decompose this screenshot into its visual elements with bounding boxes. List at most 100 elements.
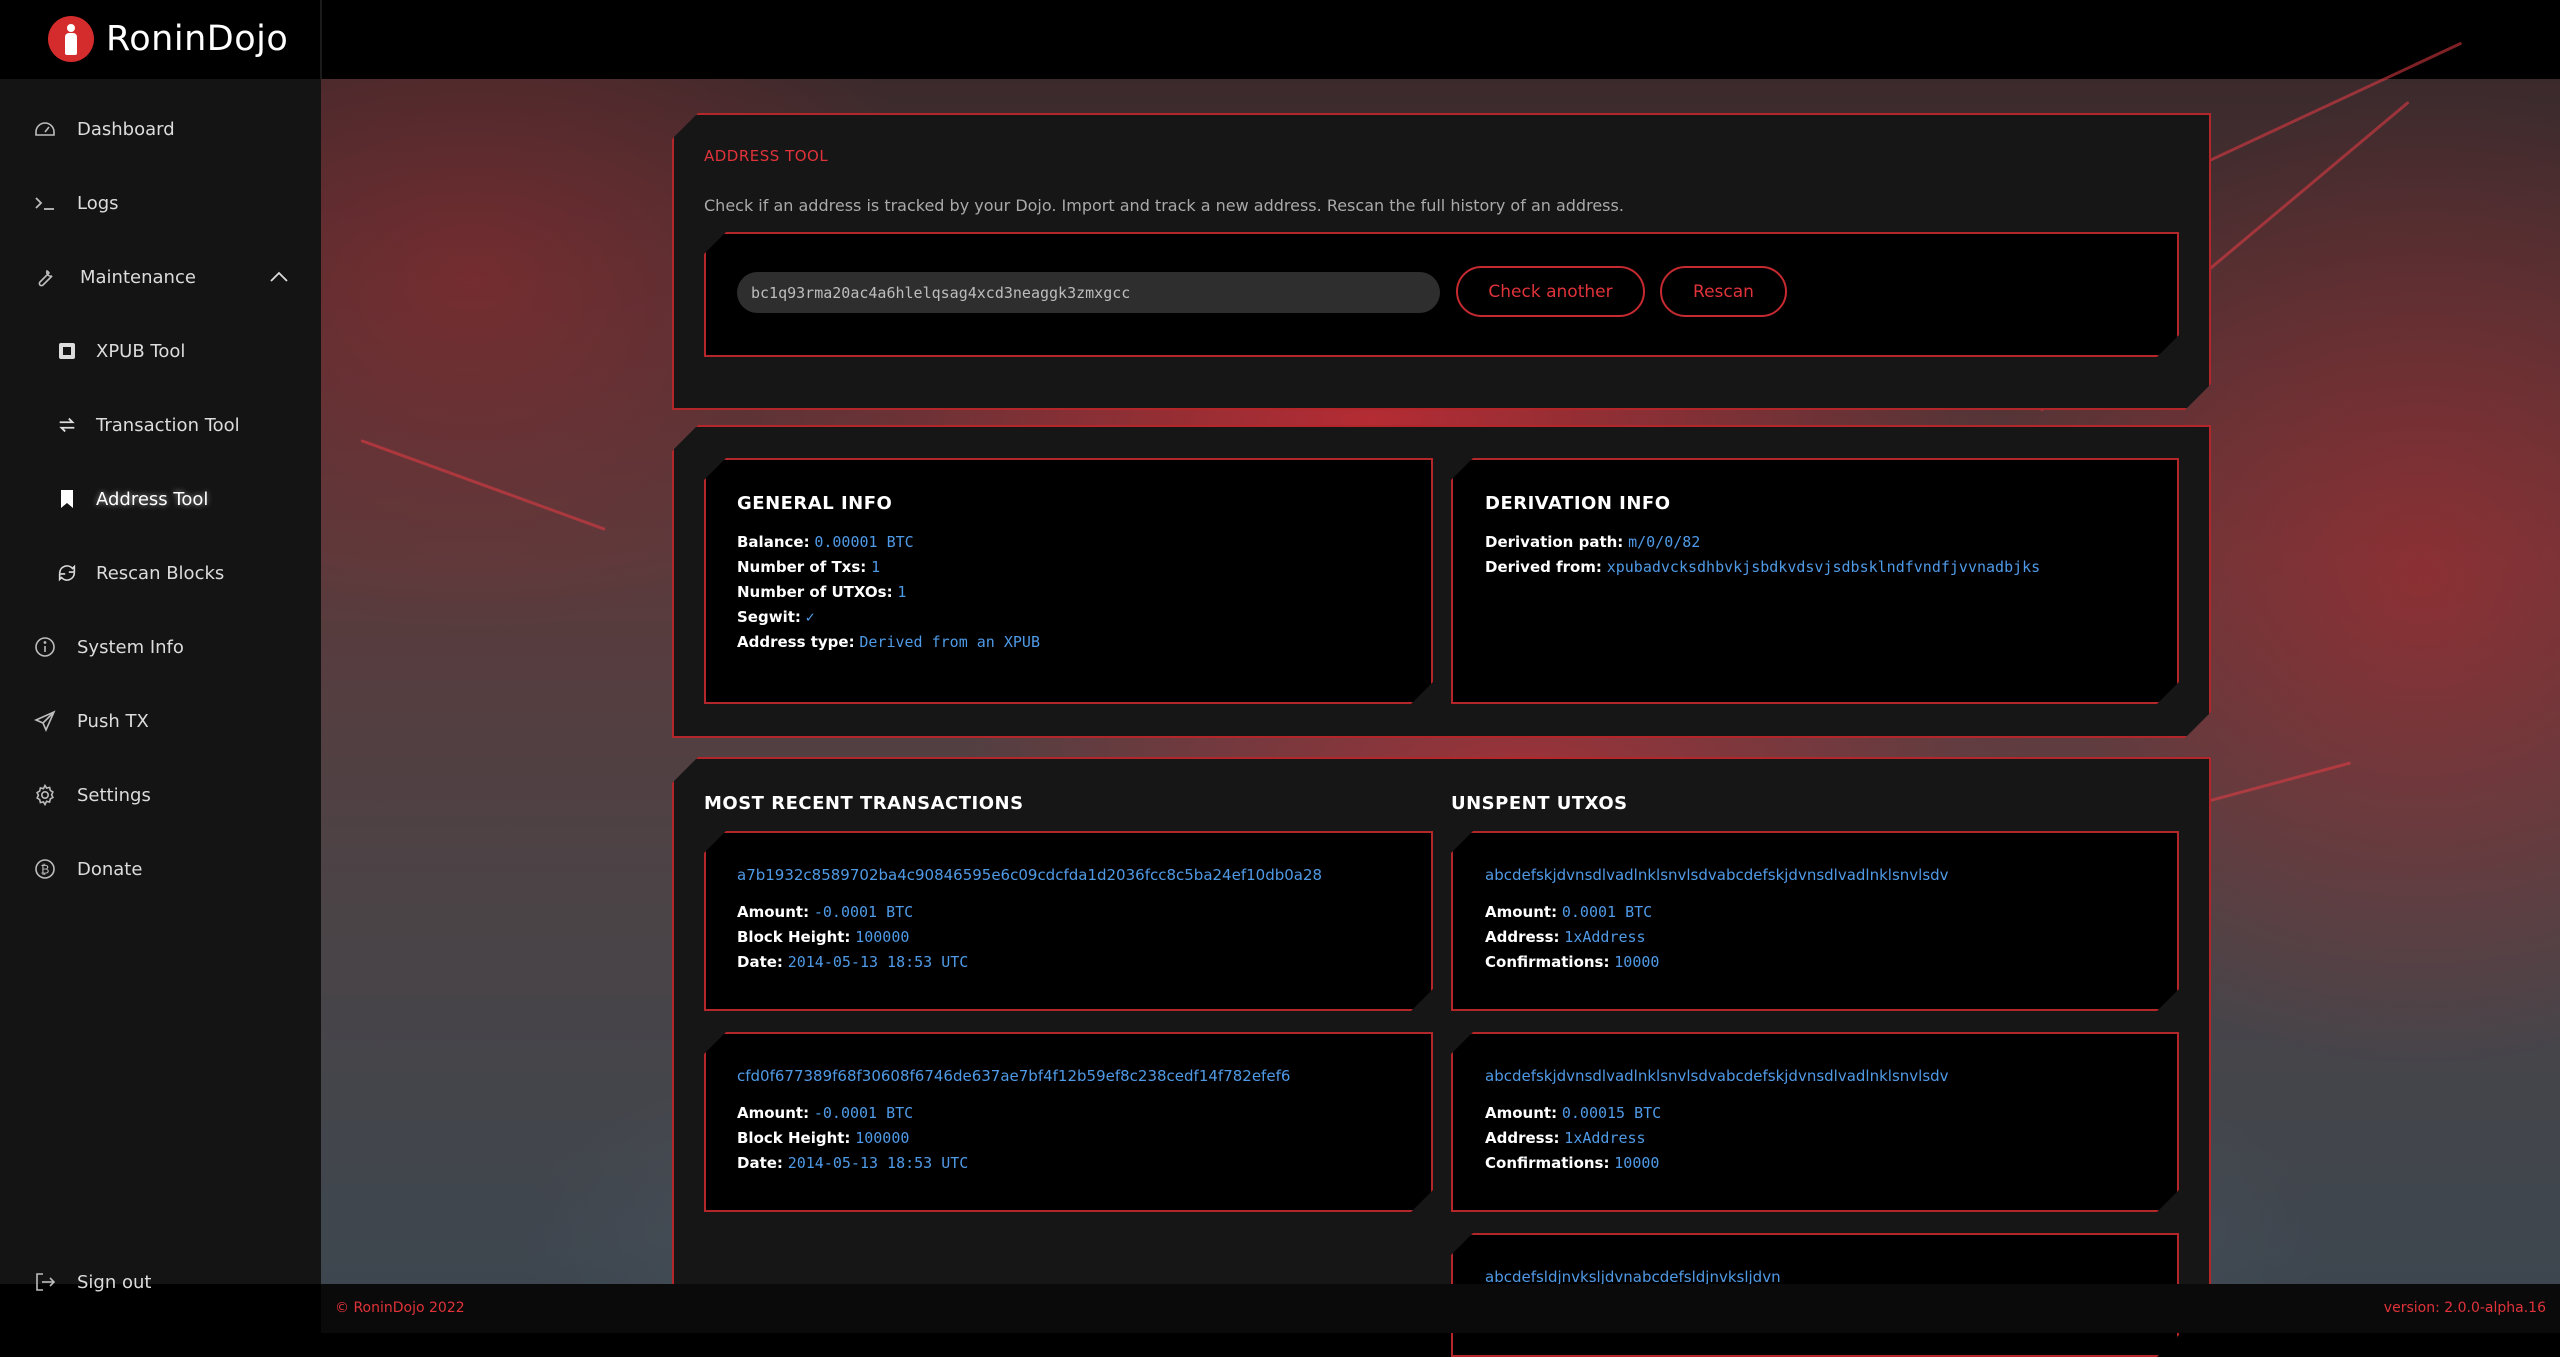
tx-height-label: Block Height:: [737, 928, 851, 946]
version-text: version: 2.0.0-alpha.16: [2383, 1300, 2546, 1316]
gear-icon: [33, 783, 57, 807]
address-tool-title: ADDRESS TOOL: [704, 147, 829, 165]
sidebar-item-label: Rescan Blocks: [96, 562, 225, 584]
derived-from-value: xpubadvcksdhbvkjsbdkvdsvjsdbsklndfvndfjv…: [1606, 558, 2041, 576]
utxos-value: 1: [897, 583, 907, 601]
derived-from-row: Derived from: xpubadvcksdhbvkjsbdkvdsvjs…: [1485, 558, 2040, 576]
top-bar: RoninDojo: [0, 0, 2560, 79]
utxo-address-row: Address: 1xAddress: [1485, 928, 1646, 946]
sidebar-item-label: Dashboard: [77, 118, 175, 140]
bookmark-icon: [55, 487, 79, 511]
address-tool-description: Check if an address is tracked by your D…: [704, 196, 1624, 215]
balance-value: 0.00001 BTC: [814, 533, 914, 551]
check-another-button[interactable]: Check another: [1456, 266, 1645, 317]
sidebar-item-transaction-tool[interactable]: Transaction Tool: [0, 395, 321, 455]
utxo-address-label: Address:: [1485, 1129, 1560, 1147]
utxo-amount-row: Amount: 0.00015 BTC: [1485, 1104, 1661, 1122]
derived-from-label: Derived from:: [1485, 558, 1602, 576]
sidebar-item-label: Logs: [77, 192, 119, 214]
brand-name: RoninDojo: [106, 19, 289, 59]
address-type-label: Address type:: [737, 633, 855, 651]
derivation-path-value: m/0/0/82: [1628, 533, 1701, 551]
rescan-icon: [55, 561, 79, 585]
balance-row: Balance: 0.00001 BTC: [737, 533, 914, 551]
utxo-amount-value: 0.0001 BTC: [1561, 903, 1653, 921]
txs-value: 1: [871, 558, 881, 576]
utxo-card: [1451, 831, 2179, 1011]
tx-height-label: Block Height:: [737, 1129, 851, 1147]
tx-height-row: Block Height: 100000: [737, 1129, 909, 1147]
tx-amount-row: Amount: -0.0001 BTC: [737, 1104, 913, 1122]
utxo-amount-label: Amount:: [1485, 1104, 1558, 1122]
copyright-text: © RoninDojo 2022: [335, 1300, 465, 1316]
transaction-card: [704, 831, 1433, 1011]
utxo-confirmations-row: Confirmations: 10000: [1485, 1154, 1659, 1172]
sign-out-button[interactable]: Sign out: [0, 1252, 321, 1312]
tx-date-label: Date:: [737, 953, 783, 971]
ronindojo-logo-icon: [48, 16, 94, 62]
unspent-utxos-title: UNSPENT UTXOS: [1451, 793, 1628, 814]
sign-out-label: Sign out: [77, 1271, 152, 1293]
background-streak: [360, 439, 606, 531]
utxo-card: [1451, 1032, 2179, 1212]
sidebar-item-label: Address Tool: [96, 488, 209, 510]
segwit-label: Segwit:: [737, 608, 801, 626]
transaction-id-link[interactable]: a7b1932c8589702ba4c90846595e6c09cdcfda1d…: [737, 866, 1322, 884]
sidebar-item-push-tx[interactable]: Push TX: [0, 691, 321, 751]
sidebar-item-dashboard[interactable]: Dashboard: [0, 99, 321, 159]
wrench-icon: [33, 265, 57, 289]
dashboard-icon: [33, 117, 57, 141]
chevron-up-icon[interactable]: [267, 265, 291, 289]
sidebar-item-donate[interactable]: ₿ Donate: [0, 839, 321, 899]
utxo-confirmations-label: Confirmations:: [1485, 1154, 1610, 1172]
bitcoin-icon: ₿: [33, 857, 57, 881]
utxo-confirmations-value: 10000: [1614, 953, 1660, 971]
utxo-id-link[interactable]: abcdefskjdvnsdlvadlnklsnvlsdvabcdefskjdv…: [1485, 866, 1949, 884]
tx-height-value: 100000: [855, 1129, 910, 1147]
tx-amount-value: -0.0001 BTC: [813, 903, 914, 921]
sidebar-item-label: Donate: [77, 858, 143, 880]
footer: © RoninDojo 2022 version: 2.0.0-alpha.16: [321, 1284, 2560, 1333]
sidebar: Dashboard Logs Maintenance XPUB Tool Tra…: [0, 79, 321, 1293]
tx-date-row: Date: 2014-05-13 18:53 UTC: [737, 1154, 968, 1172]
txs-label: Number of Txs:: [737, 558, 867, 576]
terminal-icon: [33, 191, 57, 215]
sidebar-item-logs[interactable]: Logs: [0, 173, 321, 233]
utxo-confirmations-row: Confirmations: 10000: [1485, 953, 1659, 971]
divider: [320, 0, 322, 79]
transaction-id-link[interactable]: cfd0f677389f68f30608f6746de637ae7bf4f12b…: [737, 1067, 1290, 1085]
address-type-value: Derived from an XPUB: [859, 633, 1040, 651]
tx-date-value: 2014-05-13 18:53 UTC: [787, 953, 969, 971]
sidebar-item-maintenance[interactable]: Maintenance: [0, 247, 321, 307]
balance-label: Balance:: [737, 533, 810, 551]
utxo-address-value: 1xAddress: [1564, 928, 1646, 946]
sidebar-item-rescan-blocks[interactable]: Rescan Blocks: [0, 543, 321, 603]
sidebar-item-settings[interactable]: Settings: [0, 765, 321, 825]
utxo-amount-label: Amount:: [1485, 903, 1558, 921]
rescan-button[interactable]: Rescan: [1660, 266, 1787, 317]
sidebar-item-system-info[interactable]: System Info: [0, 617, 321, 677]
send-icon: [33, 709, 57, 733]
sign-out-icon: [33, 1270, 57, 1294]
utxo-confirmations-value: 10000: [1614, 1154, 1660, 1172]
sidebar-item-label: Settings: [77, 784, 151, 806]
swap-icon: [55, 413, 79, 437]
utxo-address-value: 1xAddress: [1564, 1129, 1646, 1147]
brand[interactable]: RoninDojo: [48, 14, 288, 64]
sidebar-item-address-tool[interactable]: Address Tool: [0, 469, 321, 529]
txs-row: Number of Txs: 1: [737, 558, 880, 576]
svg-text:₿: ₿: [41, 863, 50, 877]
utxo-amount-value: 0.00015 BTC: [1561, 1104, 1662, 1122]
sidebar-item-label: Push TX: [77, 710, 149, 732]
utxo-address-label: Address:: [1485, 928, 1560, 946]
utxo-amount-row: Amount: 0.0001 BTC: [1485, 903, 1652, 921]
general-info-title: GENERAL INFO: [737, 493, 893, 514]
address-type-row: Address type: Derived from an XPUB: [737, 633, 1040, 651]
sidebar-item-xpub-tool[interactable]: XPUB Tool: [0, 321, 321, 381]
utxo-address-row: Address: 1xAddress: [1485, 1129, 1646, 1147]
address-input[interactable]: [737, 272, 1440, 313]
tx-date-value: 2014-05-13 18:53 UTC: [787, 1154, 969, 1172]
tx-amount-label: Amount:: [737, 1104, 810, 1122]
utxo-id-link[interactable]: abcdefskjdvnsdlvadlnklsnvlsdvabcdefskjdv…: [1485, 1067, 1949, 1085]
tx-height-value: 100000: [855, 928, 910, 946]
